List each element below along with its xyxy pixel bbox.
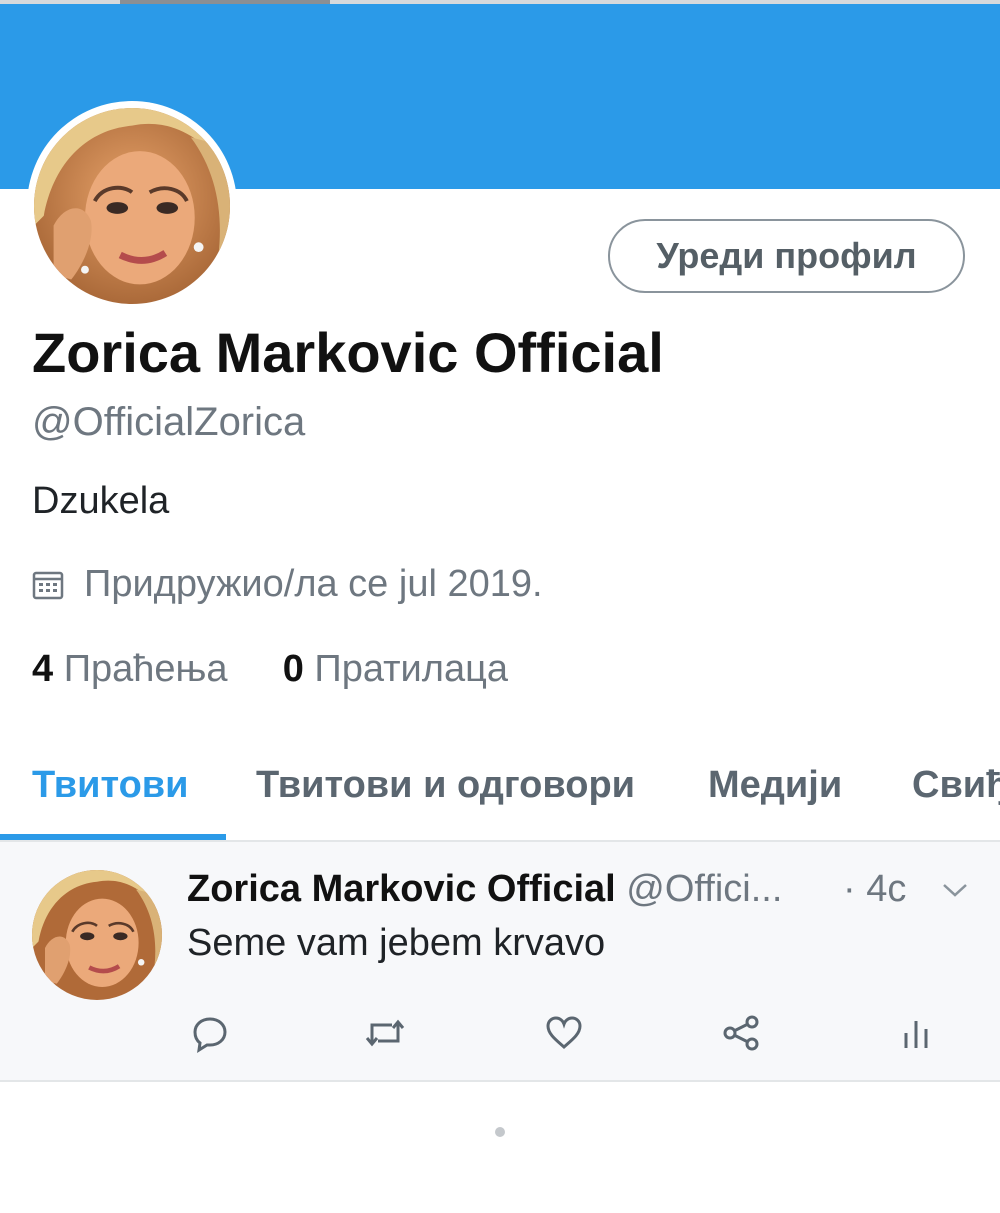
followers-label: Пратилаца bbox=[314, 648, 508, 690]
share-icon[interactable] bbox=[720, 1012, 762, 1054]
tweet-header: Zorica Markovic Official @Offici... bbox=[187, 868, 782, 911]
profile-tabs: Твитови Твитови и одговори Медији Свиђањ… bbox=[0, 758, 1000, 842]
retweet-icon[interactable] bbox=[364, 1012, 406, 1054]
followers-stat[interactable]: 0 Пратилаца bbox=[283, 648, 508, 690]
tab-likes[interactable]: Свиђања bbox=[912, 764, 1000, 807]
analytics-icon[interactable] bbox=[895, 1012, 937, 1054]
avatar-image bbox=[34, 108, 230, 304]
active-tab-indicator bbox=[0, 834, 226, 840]
following-stat[interactable]: 4 Праћења bbox=[32, 648, 228, 690]
tab-tweets[interactable]: Твитови bbox=[32, 764, 189, 807]
tweet-timestamp[interactable]: · 4с bbox=[843, 868, 906, 911]
followers-count: 0 bbox=[282, 648, 304, 690]
profile-display-name: Zorica Markovic Official bbox=[32, 321, 664, 384]
chevron-down-icon[interactable] bbox=[940, 880, 970, 900]
tweet-author-name[interactable]: Zorica Markovic Official bbox=[187, 868, 616, 910]
profile-bio: Dzukela bbox=[32, 480, 170, 522]
tab-media[interactable]: Медији bbox=[708, 764, 842, 807]
heart-icon[interactable] bbox=[543, 1012, 585, 1054]
calendar-icon bbox=[32, 569, 64, 601]
avatar[interactable] bbox=[34, 108, 230, 304]
following-label: Праћења bbox=[63, 648, 228, 690]
tweet-avatar-image bbox=[32, 870, 162, 1000]
tweet-avatar[interactable] bbox=[32, 870, 162, 1000]
tab-tweets-replies[interactable]: Твитови и одговори bbox=[256, 764, 635, 807]
loading-indicator bbox=[495, 1127, 505, 1137]
tweet-divider bbox=[0, 1080, 1000, 1082]
edit-profile-button[interactable]: Уреди профил bbox=[608, 219, 965, 293]
following-count: 4 bbox=[32, 648, 54, 690]
tweet-text: Seme vam jebem krvavo bbox=[187, 922, 606, 964]
joined-date: Придружио/ла се jul 2019. bbox=[32, 563, 543, 606]
profile-avatar-frame[interactable] bbox=[27, 101, 237, 311]
reply-icon[interactable] bbox=[189, 1012, 231, 1054]
tweet-author-handle[interactable]: @Offici... bbox=[626, 868, 782, 910]
follow-stats: 4 Праћења 0 Пратилаца bbox=[32, 648, 508, 691]
profile-handle: @OfficialZorica bbox=[32, 400, 306, 444]
joined-text: Придружио/ла се jul 2019. bbox=[84, 563, 543, 605]
